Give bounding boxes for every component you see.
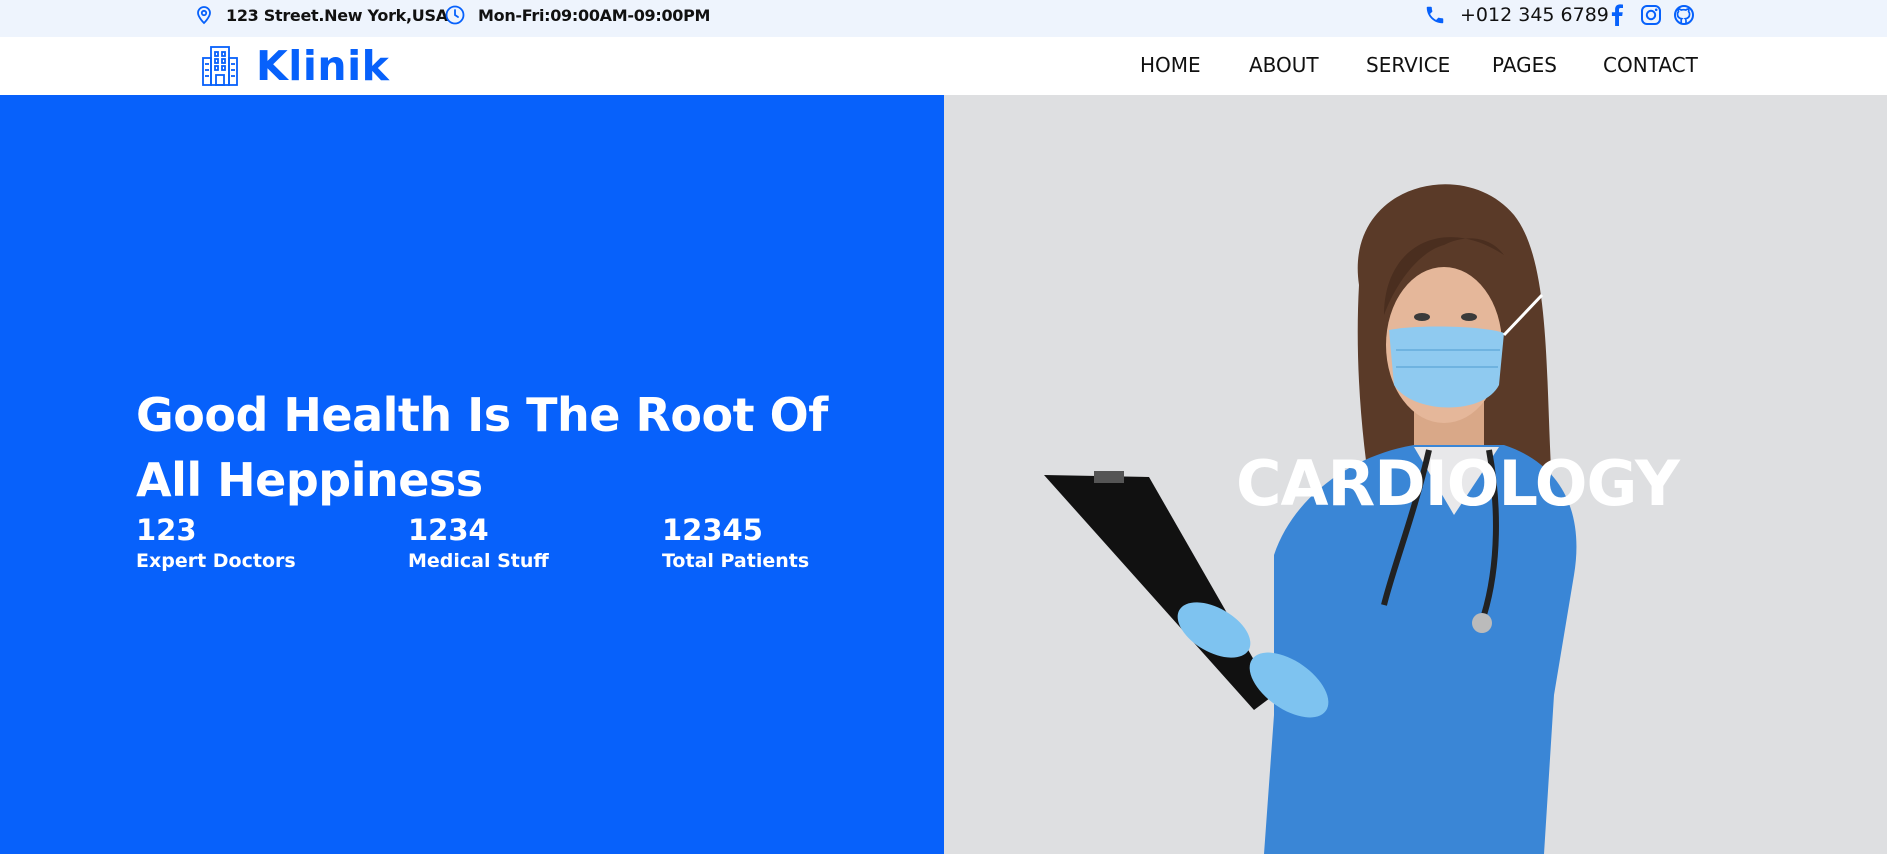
hours-text: Mon-Fri:09:00AM-09:00PM xyxy=(478,5,711,25)
stat-patients: 12345 Total Patients xyxy=(662,513,809,575)
top-info-bar: 123 Street.New York,USA Mon-Fri:09:00AM-… xyxy=(0,0,1887,37)
github-link[interactable] xyxy=(1673,0,1695,30)
brand-logo[interactable]: Klinik xyxy=(198,41,389,91)
stat-value: 123 xyxy=(136,513,197,547)
nav-contact[interactable]: CONTACT xyxy=(1603,53,1698,77)
nav-about[interactable]: ABOUT xyxy=(1249,53,1319,77)
nav-pages[interactable]: PAGES xyxy=(1492,53,1557,77)
instagram-link[interactable] xyxy=(1640,0,1662,30)
main-navbar: Klinik HOME ABOUT SERVICE PAGES CONTACT xyxy=(0,37,1887,95)
nav-home[interactable]: HOME xyxy=(1140,53,1201,77)
address-item: 123 Street.New York,USA xyxy=(194,0,448,30)
map-pin-icon xyxy=(194,5,214,25)
facebook-icon xyxy=(1610,4,1624,26)
instagram-icon xyxy=(1640,4,1662,26)
phone-icon xyxy=(1424,4,1446,26)
stat-value: 1234 xyxy=(408,513,489,547)
slide-title: CARDIOLOGY xyxy=(1236,447,1680,520)
stat-label: Expert Doctors xyxy=(136,550,296,572)
stat-label: Total Patients xyxy=(662,550,810,572)
hours-item: Mon-Fri:09:00AM-09:00PM xyxy=(444,0,710,30)
hero-headline-line2: All Heppiness xyxy=(136,453,483,507)
clock-icon xyxy=(444,4,466,26)
stat-doctors: 123 Expert Doctors xyxy=(136,513,296,575)
stat-label: Medical Stuff xyxy=(408,550,549,572)
stat-staff: 1234 Medical Stuff xyxy=(408,513,549,575)
hero-headline-line1: Good Health Is The Root Of xyxy=(136,388,828,442)
facebook-link[interactable] xyxy=(1610,0,1624,30)
brand-name: Klinik xyxy=(256,42,390,90)
stat-value: 12345 xyxy=(662,513,763,547)
phone-text: +012 345 6789 xyxy=(1460,4,1609,26)
github-icon xyxy=(1673,4,1695,26)
hospital-building-icon xyxy=(198,44,242,88)
hero-headline: Good Health Is The Root Of All Heppiness xyxy=(136,383,836,513)
address-text: 123 Street.New York,USA xyxy=(226,5,448,25)
nav-service[interactable]: SERVICE xyxy=(1366,53,1450,77)
phone-item[interactable]: +012 345 6789 xyxy=(1424,0,1609,30)
